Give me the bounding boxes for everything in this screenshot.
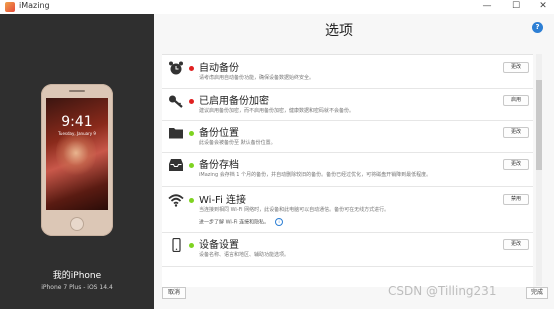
status-dot-green — [189, 163, 194, 168]
option-description: 此设备会被备份至 默认备份位置。 — [199, 140, 276, 146]
option-title: 备份存档 — [199, 160, 239, 171]
archive-tray-icon — [169, 159, 183, 171]
options-scrollbar[interactable] — [536, 54, 542, 286]
cancel-button[interactable]: 取消 — [162, 287, 186, 299]
phone-device-icon — [172, 238, 181, 252]
alarm-clock-icon — [169, 61, 183, 75]
status-dot-green — [189, 131, 194, 136]
option-title: 自动备份 — [199, 63, 239, 74]
window-title: iMazing — [19, 1, 50, 10]
option-description: 设备名称、语言和地区、辅助功能选项。 — [199, 252, 290, 258]
option-description: iMazing 会存档 1 个月的备份，并自动删除较旧的备份。备份已经过优化，可… — [199, 172, 432, 178]
home-button — [70, 217, 84, 231]
lock-screen: 9:41 Tuesday, January 9 — [46, 98, 108, 210]
key-icon — [169, 95, 183, 108]
scrollbar-thumb[interactable] — [536, 80, 542, 170]
title-bar: iMazing — ☐ ✕ — [0, 0, 554, 14]
maximize-button[interactable]: ☐ — [505, 0, 527, 14]
done-button[interactable]: 完成 — [526, 287, 548, 299]
device-model: iPhone 7 Plus - iOS 14.4 — [41, 284, 113, 291]
close-button[interactable]: ✕ — [532, 0, 554, 14]
option-title: 已启用备份加密 — [199, 96, 269, 107]
change-button[interactable]: 更改 — [503, 239, 529, 250]
option-row-encryption: 已启用备份加密 建议启用备份加密，而不启用备份加密，健康数据和密码就不会备份。 … — [162, 88, 533, 121]
option-title: 设备设置 — [199, 240, 239, 251]
status-dot-red — [189, 99, 194, 104]
wifi-privacy-link-text[interactable]: 进一步了解 Wi-Fi 连接和隐私。 — [199, 220, 269, 226]
folder-icon — [169, 128, 183, 139]
wifi-icon — [168, 194, 184, 207]
lock-screen-time: 9:41 — [61, 114, 93, 130]
help-icon[interactable]: ? — [532, 22, 543, 33]
options-list: 自动备份 请考虑启用自动备份功能，确保设备数据始终安全。 更改 已启用备份加密 … — [162, 54, 533, 287]
minimize-button[interactable]: — — [476, 0, 498, 14]
option-row-backup-archive: 备份存档 iMazing 会存档 1 个月的备份，并自动删除较旧的备份。备份已经… — [162, 152, 533, 187]
change-button[interactable]: 更改 — [503, 159, 529, 170]
status-dot-green — [189, 198, 194, 203]
page-title: 选项 — [325, 23, 353, 39]
enable-button[interactable]: 启用 — [503, 95, 529, 106]
option-row-backup-location: 备份位置 此设备会被备份至 默认备份位置。 更改 — [162, 120, 533, 153]
device-preview: 9:41 Tuesday, January 9 — [41, 84, 113, 236]
wifi-privacy-link[interactable]: 进一步了解 Wi-Fi 连接和隐私。 i — [199, 218, 284, 226]
imazing-app-icon — [5, 2, 15, 12]
lock-screen-date: Tuesday, January 9 — [58, 131, 96, 136]
change-button[interactable]: 更改 — [503, 62, 529, 73]
option-row-auto-backup: 自动备份 请考虑启用自动备份功能，确保设备数据始终安全。 更改 — [162, 55, 533, 89]
option-description: 请考虑启用自动备份功能，确保设备数据始终安全。 — [199, 75, 315, 81]
device-panel: 9:41 Tuesday, January 9 我的iPhone iPhone … — [0, 14, 154, 309]
device-name: 我的iPhone — [52, 271, 102, 281]
option-description: 建议启用备份加密，而不启用备份加密，健康数据和密码就不会备份。 — [199, 108, 355, 114]
status-dot-red — [189, 66, 194, 71]
option-row-device-settings: 设备设置 设备名称、语言和地区、辅助功能选项。 更改 — [162, 232, 533, 267]
disable-button[interactable]: 禁用 — [503, 194, 529, 205]
info-icon[interactable]: i — [275, 218, 284, 226]
change-button[interactable]: 更改 — [503, 127, 529, 138]
csdn-watermark: CSDN @Tilling231 — [388, 284, 497, 298]
phone-speaker — [69, 90, 85, 92]
option-description: 当连接到相同 Wi-Fi 网络时，此设备和此电脑可以自动通信。备份可在无线方式进… — [199, 207, 390, 213]
option-title: Wi-Fi 连接 — [199, 195, 247, 206]
option-title: 备份位置 — [199, 128, 239, 139]
status-dot-green — [189, 243, 194, 248]
options-panel: 选项 ? 自动备份 请考虑启用自动备份功能，确保设备数据始终安全。 更改 已启用… — [154, 14, 554, 309]
option-row-wifi: Wi-Fi 连接 当连接到相同 Wi-Fi 网络时，此设备和此电脑可以自动通信。… — [162, 186, 533, 233]
